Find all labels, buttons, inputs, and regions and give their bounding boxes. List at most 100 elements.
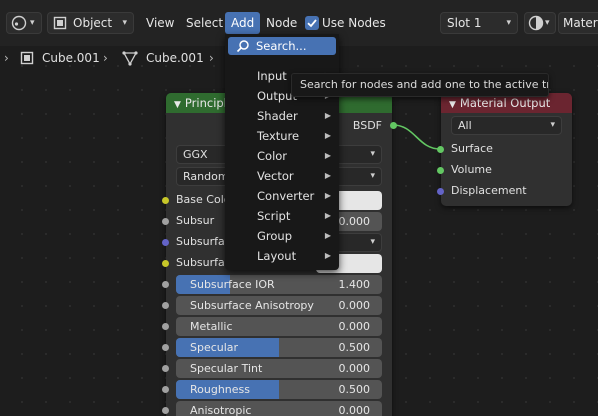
input-label: Subsur <box>176 214 215 227</box>
menu-view[interactable]: View <box>140 12 180 34</box>
input-socket[interactable] <box>162 218 169 225</box>
add-menu-item-converter[interactable]: Converter ▶ <box>257 186 335 206</box>
use-nodes-label[interactable]: Use Nodes <box>316 12 392 34</box>
breadcrumb-separator-icon: › <box>4 51 9 65</box>
field-value: 0.000 <box>338 215 371 228</box>
input-socket[interactable] <box>162 302 169 309</box>
slider-field[interactable]: Specular Tint 0.000 <box>176 359 382 378</box>
input-socket[interactable] <box>162 407 169 414</box>
mesh-data-icon <box>122 51 138 66</box>
input-socket[interactable] <box>162 239 169 246</box>
submenu-arrow-icon: ▶ <box>324 131 331 140</box>
surface-input-socket[interactable] <box>437 146 444 153</box>
slider-field[interactable]: Subsurface IOR 1.400 <box>176 275 382 294</box>
slider-field[interactable]: Anisotropic 0.000 <box>176 401 382 416</box>
material-browse-button[interactable]: ▾ <box>524 12 556 34</box>
submenu-arrow-icon: ▶ <box>324 211 331 220</box>
add-menu-item-texture[interactable]: Texture ▶ <box>257 126 335 146</box>
submenu-arrow-icon: ▶ <box>324 191 331 200</box>
search-tooltip: Search for nodes and add one to the acti… <box>291 73 549 97</box>
editor-type-selector[interactable]: ▾ <box>6 12 42 34</box>
add-menu-dropdown: Search... Input▶Output▶Shader▶Texture▶Co… <box>225 34 339 270</box>
breadcrumb-object: Cube.001 <box>42 51 100 65</box>
material-name-field[interactable]: Materia <box>558 12 598 34</box>
submenu-arrow-icon: ▶ <box>324 151 331 160</box>
menu-item-label: Converter <box>257 189 315 203</box>
add-menu-item-group[interactable]: Group ▶ <box>257 226 335 246</box>
chevron-down-icon: ▾ <box>506 18 511 28</box>
chevron-down-icon: ▾ <box>370 171 375 181</box>
breadcrumb-mesh: Cube.001 <box>146 51 204 65</box>
input-displacement-label: Displacement <box>451 184 527 197</box>
slider-value: 0.000 <box>338 362 371 375</box>
input-socket[interactable] <box>162 386 169 393</box>
slider-label: Subsurface IOR <box>190 278 275 291</box>
chevron-down-icon: ▾ <box>370 149 375 159</box>
bsdf-output-socket[interactable] <box>390 122 397 129</box>
object-mode-label: Object <box>73 16 113 30</box>
submenu-arrow-icon: ▶ <box>324 231 331 240</box>
add-menu-item-vector[interactable]: Vector ▶ <box>257 166 335 186</box>
input-socket[interactable] <box>162 197 169 204</box>
volume-input-socket[interactable] <box>437 167 444 174</box>
menu-node[interactable]: Node <box>260 12 303 34</box>
chevron-down-icon: ▾ <box>122 18 127 28</box>
slider-value: 1.400 <box>338 278 371 291</box>
menu-add[interactable]: Add <box>225 12 261 34</box>
input-socket[interactable] <box>162 323 169 330</box>
collapse-arrow-icon[interactable]: ▼ <box>449 100 456 110</box>
add-menu-item-layout[interactable]: Layout ▶ <box>257 246 335 266</box>
menu-item-label: Input <box>257 69 287 83</box>
material-name: Materia <box>563 16 598 30</box>
menu-item-label: Vector <box>257 169 294 183</box>
menu-item-label: Shader <box>257 109 298 123</box>
slider-label: Metallic <box>190 320 233 333</box>
slider-field[interactable]: Subsurface Anisotropy 0.000 <box>176 296 382 315</box>
add-menu-item-color[interactable]: Color ▶ <box>257 146 335 166</box>
slider-field[interactable]: Roughness 0.500 <box>176 380 382 399</box>
slot-label: Slot 1 <box>447 16 482 30</box>
node-editor-icon <box>11 15 27 31</box>
slider-label: Specular Tint <box>190 362 263 375</box>
add-menu-item-shader[interactable]: Shader ▶ <box>257 106 335 126</box>
material-output-node[interactable]: ▼ Material Output All ▾ Surface Volume Di… <box>441 93 572 206</box>
slider-value: 0.000 <box>338 320 371 333</box>
object-icon <box>53 16 67 30</box>
chevron-down-icon: ▾ <box>550 120 555 130</box>
slider-label: Roughness <box>190 383 251 396</box>
breadcrumb-separator-icon: › <box>103 51 108 65</box>
displacement-input-socket[interactable] <box>437 188 444 195</box>
slider-label: Subsurface Anisotropy <box>190 299 314 312</box>
chevron-down-icon: ▾ <box>370 237 375 247</box>
collapse-arrow-icon[interactable]: ▼ <box>174 100 181 110</box>
slider-field[interactable]: Metallic 0.000 <box>176 317 382 336</box>
menu-item-label: Color <box>257 149 288 163</box>
input-socket[interactable] <box>162 260 169 267</box>
slider-value: 0.500 <box>338 341 371 354</box>
menu-select[interactable]: Select <box>180 12 229 34</box>
input-label: Subsurfa <box>176 235 225 248</box>
add-menu-search[interactable]: Search... <box>228 37 336 55</box>
output-target-dropdown[interactable]: All ▾ <box>451 116 562 135</box>
material-sphere-icon <box>528 15 544 31</box>
object-mode-dropdown[interactable]: Object ▾ <box>47 12 134 34</box>
output-target-value: All <box>458 119 472 132</box>
input-surface-label: Surface <box>451 142 493 155</box>
bsdf-output-label: BSDF <box>352 119 382 132</box>
search-label: Search... <box>256 39 307 53</box>
input-socket[interactable] <box>162 365 169 372</box>
input-socket[interactable] <box>162 281 169 288</box>
slider-field[interactable]: Specular 0.500 <box>176 338 382 357</box>
material-output-title: Material Output <box>459 96 551 110</box>
input-socket[interactable] <box>162 344 169 351</box>
subsurface-method-value: Random <box>183 170 229 183</box>
slot-dropdown[interactable]: Slot 1 ▾ <box>440 12 518 34</box>
slider-value: 0.500 <box>338 383 371 396</box>
submenu-arrow-icon: ▶ <box>324 251 331 260</box>
menu-item-label: Group <box>257 229 293 243</box>
slider-value: 0.000 <box>338 404 371 416</box>
add-menu-item-script[interactable]: Script ▶ <box>257 206 335 226</box>
distribution-value: GGX <box>183 148 208 161</box>
menu-item-label: Texture <box>257 129 300 143</box>
slider-label: Anisotropic <box>190 404 252 416</box>
